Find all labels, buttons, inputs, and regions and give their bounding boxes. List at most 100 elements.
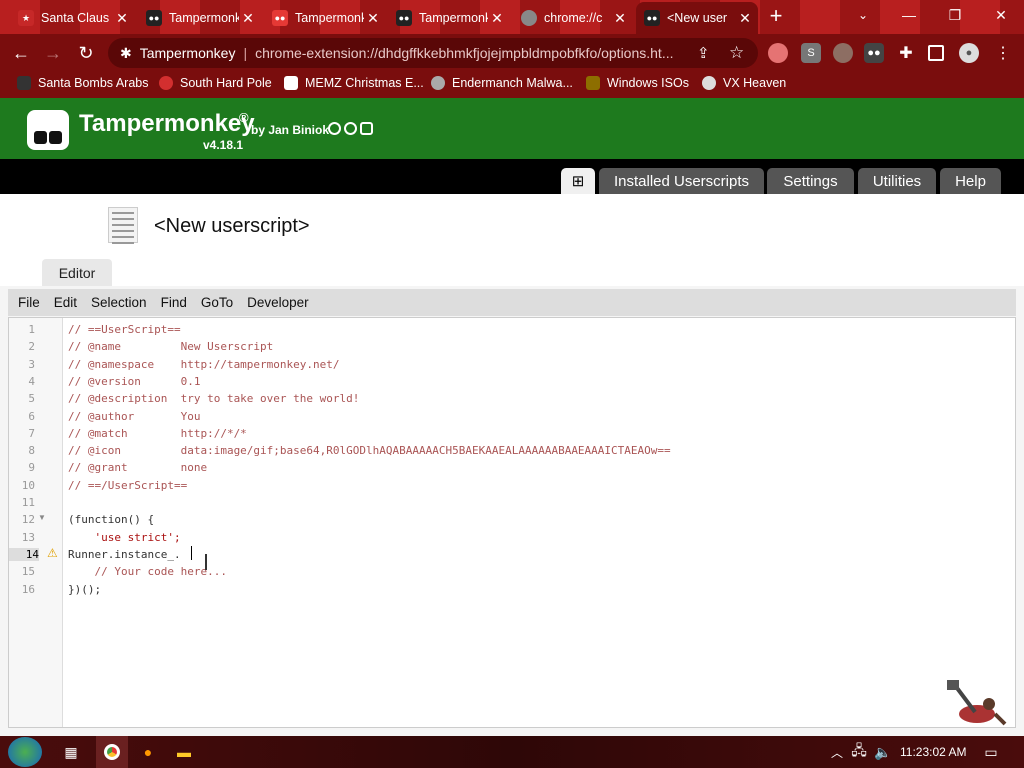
code-line[interactable]: (function() { — [68, 513, 154, 526]
script-document-icon — [108, 207, 138, 244]
close-tab-icon[interactable]: ✕ — [488, 10, 506, 27]
code-line[interactable]: // ==UserScript== — [68, 323, 181, 336]
tab-settings[interactable]: Settings — [767, 168, 854, 194]
page-icon — [284, 76, 298, 90]
instagram-icon[interactable] — [360, 122, 373, 135]
close-tab-icon[interactable]: ✕ — [736, 10, 754, 27]
file-explorer-taskbar-icon[interactable]: ▬ — [173, 741, 195, 763]
code-line[interactable]: // @namespace http://tampermonkey.net/ — [68, 358, 340, 371]
close-tab-icon[interactable]: ✕ — [611, 10, 629, 27]
network-icon[interactable]: 🖧 — [848, 741, 870, 763]
line-number: 1 — [28, 323, 35, 336]
code-line[interactable]: // @author You — [68, 410, 200, 423]
menu-goto[interactable]: GoTo — [201, 295, 233, 310]
tab-label: Utilities — [872, 172, 922, 190]
close-window-icon[interactable]: ✕ — [978, 0, 1024, 30]
menu-file[interactable]: File — [18, 295, 40, 310]
browser-tab-2[interactable]: ●● Tampermonkey ✕ — [138, 4, 261, 32]
menu-selection[interactable]: Selection — [91, 295, 147, 310]
browser-tab-1[interactable]: ★ Santa Claus ✕ — [10, 4, 135, 32]
minimize-icon[interactable]: — — [886, 0, 932, 30]
bomb-icon — [17, 76, 31, 90]
volume-icon[interactable]: 🔈 — [872, 741, 894, 763]
s-extension-icon[interactable]: S — [801, 43, 821, 63]
profile-icon[interactable]: ● — [959, 43, 979, 63]
tab-title: Tampermonkey — [419, 11, 488, 25]
browser-tab-6-active[interactable]: ●● <New user ✕ — [636, 2, 758, 34]
browser-tab-5[interactable]: chrome://c ✕ — [513, 4, 633, 32]
tab-search-chevron-icon[interactable]: ⌄ — [840, 0, 886, 30]
flag-extension-icon[interactable] — [768, 43, 788, 63]
menu-edit[interactable]: Edit — [54, 295, 77, 310]
bookmark-label: Windows ISOs — [607, 76, 689, 90]
tampermonkey-extension-icon[interactable]: ●● — [864, 43, 884, 63]
code-line[interactable]: // @match http://*/* — [68, 427, 247, 440]
bookmark-label: MEMZ Christmas E... — [305, 76, 424, 90]
biohazard-icon — [702, 76, 716, 90]
code-editor[interactable]: 1 2 3 4 5 6 7 8 9 10 11 12 13 14 15 16 // ==UserScript=… — [8, 317, 1016, 728]
tab-label: Installed Userscripts — [613, 172, 750, 190]
new-tab-icon[interactable]: + — [765, 5, 787, 28]
bookmark-item[interactable]: VX Heaven — [702, 76, 786, 90]
notifications-icon[interactable]: ▭ — [980, 741, 1002, 763]
reload-icon[interactable]: ↻ — [74, 41, 98, 65]
tab-editor[interactable]: Editor — [42, 259, 112, 286]
firefox-taskbar-icon[interactable]: ● — [137, 741, 159, 763]
restore-icon[interactable]: ❐ — [932, 0, 978, 30]
chrome-taskbar-icon[interactable] — [96, 736, 128, 768]
line-number: 5 — [28, 392, 35, 406]
code-line[interactable]: // @description try to take over the wor… — [68, 392, 359, 405]
start-button-icon[interactable] — [8, 737, 42, 767]
windows-taskbar: ▦ ● ▬ ︿ 🖧 🔈 11:23:02 AM ▭ — [0, 736, 1024, 768]
browser-tab-3[interactable]: ●● Tampermonkey ✕ — [264, 4, 386, 32]
code-line[interactable]: // @grant none — [68, 461, 207, 474]
menu-developer[interactable]: Developer — [247, 295, 309, 310]
line-number: 11 — [21, 496, 35, 509]
extensions-puzzle-icon[interactable]: ✚ — [896, 43, 916, 63]
ibeam-pointer-icon — [205, 554, 207, 570]
github-icon[interactable] — [328, 122, 341, 135]
menu-find[interactable]: Find — [161, 295, 187, 310]
tab-installed-userscripts[interactable]: Installed Userscripts — [599, 168, 764, 194]
warning-icon[interactable]: ⚠ — [47, 546, 58, 560]
line-number: 13 — [21, 530, 35, 544]
system-clock[interactable]: 11:23:02 AM — [900, 745, 967, 759]
tab-new-script[interactable]: ⊞ — [561, 168, 595, 194]
code-line[interactable]: Runner.instance_. — [68, 548, 181, 561]
close-tab-icon[interactable]: ✕ — [113, 10, 131, 27]
code-line[interactable]: // @name New Userscript — [68, 340, 273, 353]
line-number: 4 — [28, 374, 35, 388]
fold-arrow-icon[interactable]: ▼ — [38, 513, 46, 522]
tampermonkey-nav: ⊞ Installed Userscripts Settings Utiliti… — [0, 159, 1024, 194]
bookmark-item[interactable]: Windows ISOs — [586, 76, 689, 90]
bookmark-item[interactable]: South Hard Pole — [159, 76, 272, 90]
close-tab-icon[interactable]: ✕ — [239, 10, 257, 27]
show-hidden-icons-chevron-icon[interactable]: ︿ — [826, 741, 848, 763]
bookmark-item[interactable]: MEMZ Christmas E... — [284, 76, 424, 90]
bookmark-item[interactable]: Santa Bombs Arabs — [17, 76, 148, 90]
tab-utilities[interactable]: Utilities — [858, 168, 936, 194]
bookmark-label: Santa Bombs Arabs — [38, 76, 149, 90]
code-line[interactable]: 'use strict'; — [68, 531, 180, 544]
share-icon[interactable]: ⇪ — [697, 44, 710, 62]
tab-help[interactable]: Help — [940, 168, 1001, 194]
code-line[interactable]: // ==/UserScript== — [68, 479, 187, 492]
line-number: 7 — [28, 426, 35, 440]
code-line[interactable]: })(); — [68, 583, 101, 596]
browser-tab-strip: ★ Santa Claus ✕ ●● Tampermonkey ✕ ●● Tam… — [0, 0, 1024, 34]
close-tab-icon[interactable]: ✕ — [364, 10, 382, 27]
bookmark-item[interactable]: Endermanch Malwa... — [431, 76, 573, 90]
code-line[interactable]: // @version 0.1 — [68, 375, 200, 388]
address-bar[interactable]: ✱ Tampermonkey | chrome-extension://dhdg… — [108, 38, 758, 68]
browser-tab-4[interactable]: ●● Tampermonkey ✕ — [388, 4, 510, 32]
code-line[interactable]: // @icon data:image/gif;base64,R0lGODlhA… — [68, 444, 671, 457]
menu-kebab-icon[interactable]: ⋮ — [993, 43, 1013, 63]
avatar-extension-icon[interactable] — [833, 43, 853, 63]
forward-icon[interactable]: → — [41, 41, 65, 65]
side-panel-icon[interactable] — [928, 45, 944, 61]
task-view-icon[interactable]: ▦ — [60, 741, 82, 763]
facebook-icon[interactable] — [344, 122, 357, 135]
bookmark-star-icon[interactable]: ☆ — [729, 43, 744, 63]
back-icon[interactable]: ← — [9, 41, 33, 65]
code-line[interactable]: // Your code here... — [68, 565, 226, 578]
